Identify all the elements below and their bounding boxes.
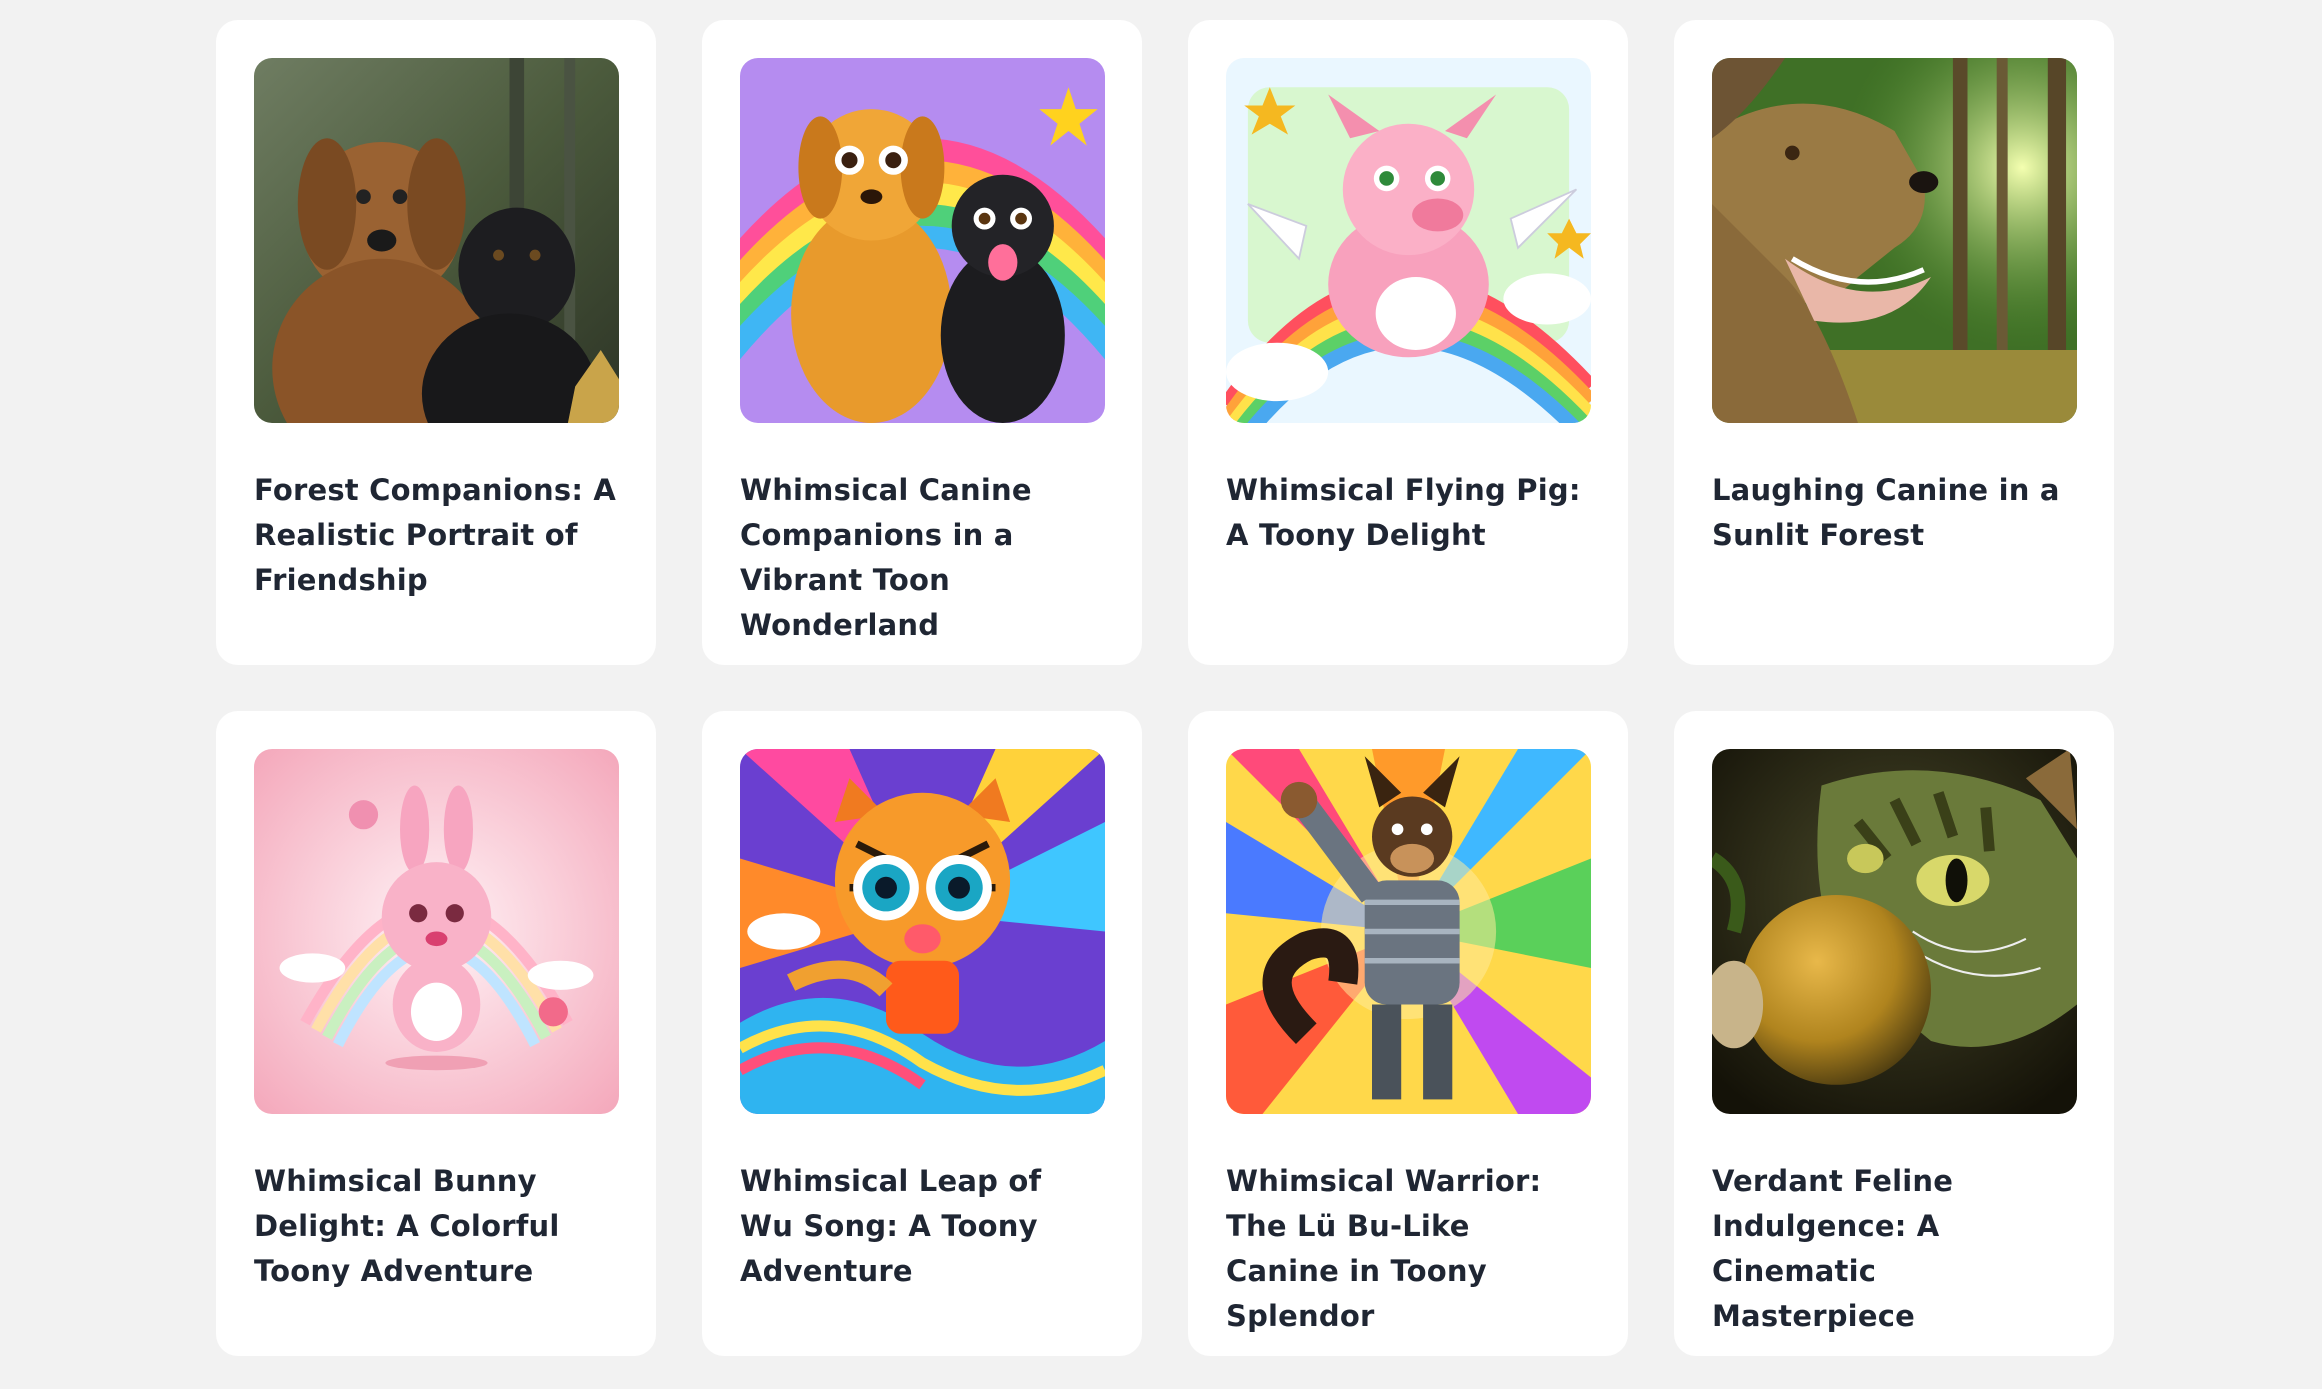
card-title: Verdant Feline Indulgence: A Cinematic M… <box>1712 1164 1954 1333</box>
card-thumbnail[interactable] <box>1712 749 2077 1114</box>
gallery-card[interactable]: Forest Companions: A Realistic Portrait … <box>216 20 656 665</box>
gallery-card[interactable]: Whimsical Flying Pig: A Toony Delight <box>1188 20 1628 665</box>
card-title: Whimsical Bunny Delight: A Colorful Toon… <box>254 1164 560 1288</box>
card-title: Forest Companions: A Realistic Portrait … <box>254 473 617 597</box>
card-thumbnail[interactable] <box>1226 58 1591 423</box>
card-title: Whimsical Canine Companions in a Vibrant… <box>740 473 1032 642</box>
card-thumbnail[interactable] <box>1226 749 1591 1114</box>
card-thumbnail[interactable] <box>1712 58 2077 423</box>
gallery-card[interactable]: Laughing Canine in a Sunlit Forest <box>1674 20 2114 665</box>
card-thumbnail[interactable] <box>254 58 619 423</box>
card-title: Laughing Canine in a Sunlit Forest <box>1712 473 2060 552</box>
gallery-card[interactable]: Verdant Feline Indulgence: A Cinematic M… <box>1674 711 2114 1356</box>
gallery-card[interactable]: Whimsical Warrior: The Lü Bu-Like Canine… <box>1188 711 1628 1356</box>
image-gallery-grid: Forest Companions: A Realistic Portrait … <box>216 20 2116 1356</box>
card-title: Whimsical Leap of Wu Song: A Toony Adven… <box>740 1164 1042 1288</box>
card-thumbnail[interactable] <box>740 749 1105 1114</box>
card-title: Whimsical Warrior: The Lü Bu-Like Canine… <box>1226 1164 1542 1333</box>
gallery-card[interactable]: Whimsical Leap of Wu Song: A Toony Adven… <box>702 711 1142 1356</box>
gallery-card[interactable]: Whimsical Bunny Delight: A Colorful Toon… <box>216 711 656 1356</box>
card-thumbnail[interactable] <box>254 749 619 1114</box>
card-title: Whimsical Flying Pig: A Toony Delight <box>1226 473 1581 552</box>
card-thumbnail[interactable] <box>740 58 1105 423</box>
gallery-card[interactable]: Whimsical Canine Companions in a Vibrant… <box>702 20 1142 665</box>
